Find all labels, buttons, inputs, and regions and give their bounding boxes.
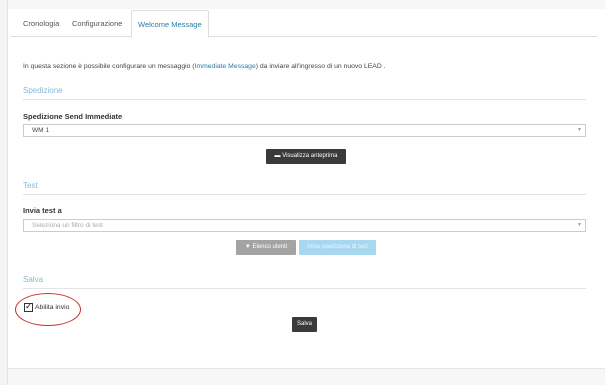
invia-test-button[interactable]: Invia spedizione di test	[299, 240, 376, 255]
field-label-spedizione-send-immediate: Spedizione Send Immediate	[23, 112, 123, 121]
tab-welcome-message[interactable]: Welcome Message	[131, 10, 209, 38]
section-divider	[23, 99, 586, 100]
left-border	[0, 0, 8, 385]
section-divider	[23, 194, 586, 195]
spedizione-selected-value: WM 1	[32, 127, 49, 134]
salva-button[interactable]: Salva	[292, 317, 317, 332]
section-title-salva: Salva	[23, 275, 44, 284]
section-divider	[23, 288, 586, 289]
test-filter-select[interactable]: Seleziona un filtro di test ▼	[23, 219, 586, 232]
chevron-down-icon: ▼	[577, 222, 582, 228]
spedizione-select[interactable]: WM 1 ▼	[23, 124, 586, 137]
filter-icon: ▼	[244, 244, 251, 250]
footer-bar	[8, 368, 605, 385]
tab-cronologia[interactable]: Cronologia	[17, 10, 65, 37]
tab-bar: Cronologia Configurazione Welcome Messag…	[11, 10, 597, 38]
elenco-utenti-button[interactable]: ▼ Elenco utenti	[236, 240, 296, 255]
highlight-circle	[15, 293, 81, 326]
top-bar	[8, 0, 605, 9]
image-icon: ▬	[274, 153, 281, 159]
immediate-message-link[interactable]: Immediate Message	[195, 63, 256, 70]
field-label-invia-test-a: Invia test a	[23, 206, 62, 215]
section-title-spedizione: Spedizione	[23, 86, 63, 95]
visualizza-anteprima-button[interactable]: ▬ Visualizza anteprima	[266, 149, 346, 164]
intro-text: In questa sezione è possibile configurar…	[23, 63, 386, 70]
chevron-down-icon: ▼	[577, 127, 582, 133]
tab-configurazione[interactable]: Configurazione	[66, 10, 128, 37]
section-title-test: Test	[23, 181, 38, 190]
test-filter-placeholder: Seleziona un filtro di test	[32, 222, 103, 229]
